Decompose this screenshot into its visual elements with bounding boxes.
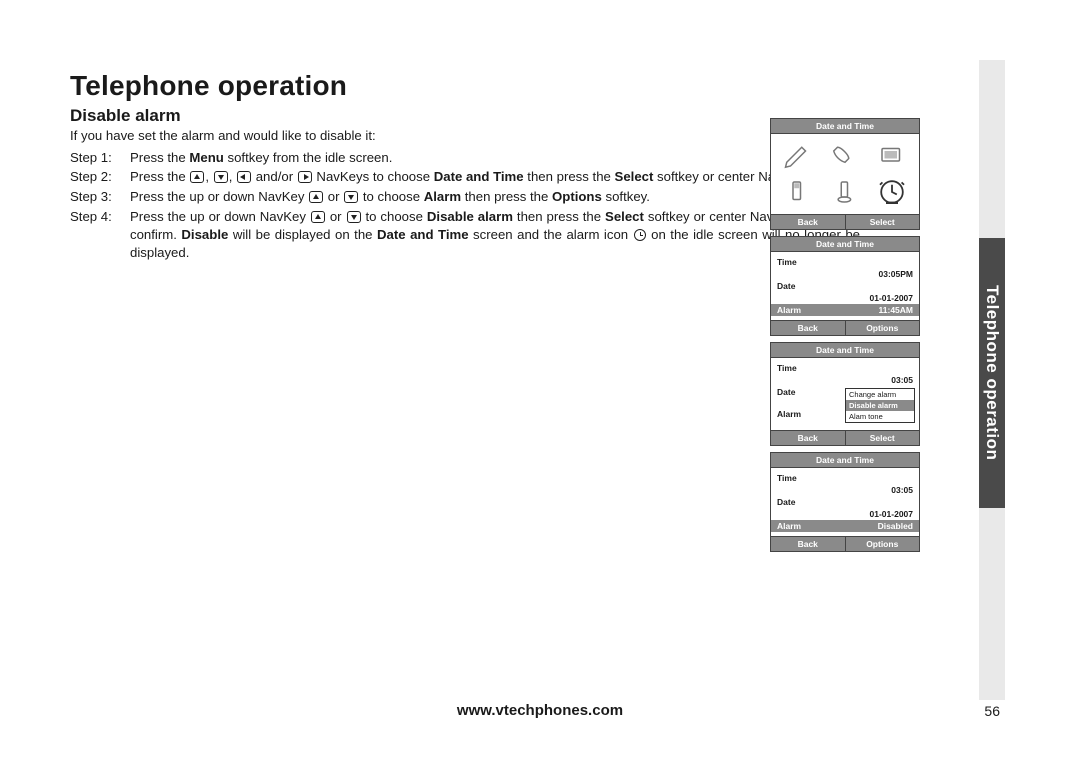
step-body: Press the Menu softkey from the idle scr… (130, 149, 860, 167)
popup-option-change-alarm: Change alarm (846, 389, 914, 400)
row-alarm-disabled: Alarm Disabled (771, 520, 919, 532)
label-date: Date (777, 497, 795, 507)
softkey-select: Select (845, 431, 920, 445)
menu-icon-directory (783, 143, 813, 169)
softkey-back: Back (771, 431, 845, 445)
main-content: Telephone operation Disable alarm If you… (70, 70, 860, 263)
screen-header: Date and Time (771, 119, 919, 134)
screen-body (771, 134, 919, 214)
screen-softkeys: Back Options (771, 536, 919, 551)
screen-header: Date and Time (771, 343, 919, 358)
value-time: 03:05PM (879, 269, 914, 279)
navkey-up-icon (309, 191, 323, 203)
page-title: Telephone operation (70, 70, 860, 102)
label-alarm: Alarm (777, 409, 801, 419)
screen-softkeys: Back Options (771, 320, 919, 335)
value-date: 01-01-2007 (870, 293, 913, 303)
step-label: Step 3: (70, 188, 130, 206)
section-heading: Disable alarm (70, 106, 860, 126)
manual-page: Telephone operation Disable alarm If you… (0, 0, 1080, 771)
step-label: Step 1: (70, 149, 130, 167)
navkey-left-icon (237, 171, 251, 183)
label-time: Time (777, 363, 797, 373)
softkey-back: Back (771, 537, 845, 551)
steps-list: Step 1:Press the Menu softkey from the i… (70, 149, 860, 262)
step-body: Press the up or down NavKey or to choose… (130, 188, 860, 206)
menu-icon-date-time (874, 177, 910, 207)
label-alarm: Alarm (777, 521, 801, 531)
screen-menu-grid: Date and Time Back Select (770, 118, 920, 230)
menu-icon-ringer (877, 143, 907, 169)
navkey-up-icon (190, 171, 204, 183)
label-alarm: Alarm (777, 305, 801, 315)
popup-option-alarm-tone: Alam tone (846, 411, 914, 422)
step-row: Step 1:Press the Menu softkey from the i… (70, 149, 860, 167)
screen-softkeys: Back Select (771, 214, 919, 229)
navkey-up-icon (311, 211, 325, 223)
intro-text: If you have set the alarm and would like… (70, 128, 860, 145)
softkey-options: Options (845, 321, 920, 335)
screen-body: Time 03:05 Date 01-01-2007 Alarm Disable… (771, 468, 919, 536)
softkey-back: Back (771, 321, 845, 335)
screen-alarm-disabled: Date and Time Time 03:05 Date 01-01-2007… (770, 452, 920, 552)
softkey-select: Select (845, 215, 920, 229)
value-time: 03:05 (891, 375, 913, 385)
label-date: Date (777, 281, 795, 291)
step-row: Step 3:Press the up or down NavKey or to… (70, 188, 860, 206)
side-tab: Telephone operation (979, 60, 1005, 700)
step-label: Step 4: (70, 208, 130, 261)
options-popup: Change alarm Disable alarm Alam tone (845, 388, 915, 423)
menu-icon-intercom (783, 179, 813, 205)
value-time: 03:05 (891, 485, 913, 495)
label-time: Time (777, 473, 797, 483)
navkey-down-icon (344, 191, 358, 203)
menu-icon-call-log (830, 143, 860, 169)
step-label: Step 2: (70, 168, 130, 186)
value-alarm: 11:45AM (879, 305, 914, 315)
step-body: Press the , , and/or NavKeys to choose D… (130, 168, 860, 186)
step-body: Press the up or down NavKey or to choose… (130, 208, 860, 261)
footer-url: www.vtechphones.com (0, 702, 1080, 719)
screen-body: Time 03:05PM Date 01-01-2007 Alarm 11:45… (771, 252, 919, 320)
softkey-back: Back (771, 215, 845, 229)
step-row: Step 4:Press the up or down NavKey or to… (70, 208, 860, 261)
navkey-down-icon (214, 171, 228, 183)
popup-option-disable-alarm: Disable alarm (846, 400, 914, 411)
softkey-options: Options (845, 537, 920, 551)
row-alarm-highlighted: Alarm 11:45AM (771, 304, 919, 316)
value-alarm-disabled: Disabled (878, 521, 913, 531)
screen-header: Date and Time (771, 237, 919, 252)
screen-date-time-alarm: Date and Time Time 03:05PM Date 01-01-20… (770, 236, 920, 336)
navkey-down-icon (347, 211, 361, 223)
label-time: Time (777, 257, 797, 267)
navkey-right-icon (298, 171, 312, 183)
step-row: Step 2:Press the , , and/or NavKeys to c… (70, 168, 860, 186)
side-tab-label: Telephone operation (979, 238, 1005, 508)
screen-header: Date and Time (771, 453, 919, 468)
menu-icon-settings (830, 179, 860, 205)
value-date: 01-01-2007 (870, 509, 913, 519)
screen-alarm-options-popup: Date and Time Time 03:05 Date Alarm Chan… (770, 342, 920, 446)
footer-page-number: 56 (984, 703, 1000, 719)
screen-body: Time 03:05 Date Alarm Change alarm Disab… (771, 358, 919, 430)
alarm-clock-icon (634, 229, 646, 241)
phone-screens-column: Date and Time Back Select Date and Time … (770, 118, 920, 558)
screen-softkeys: Back Select (771, 430, 919, 445)
label-date: Date (777, 387, 795, 397)
